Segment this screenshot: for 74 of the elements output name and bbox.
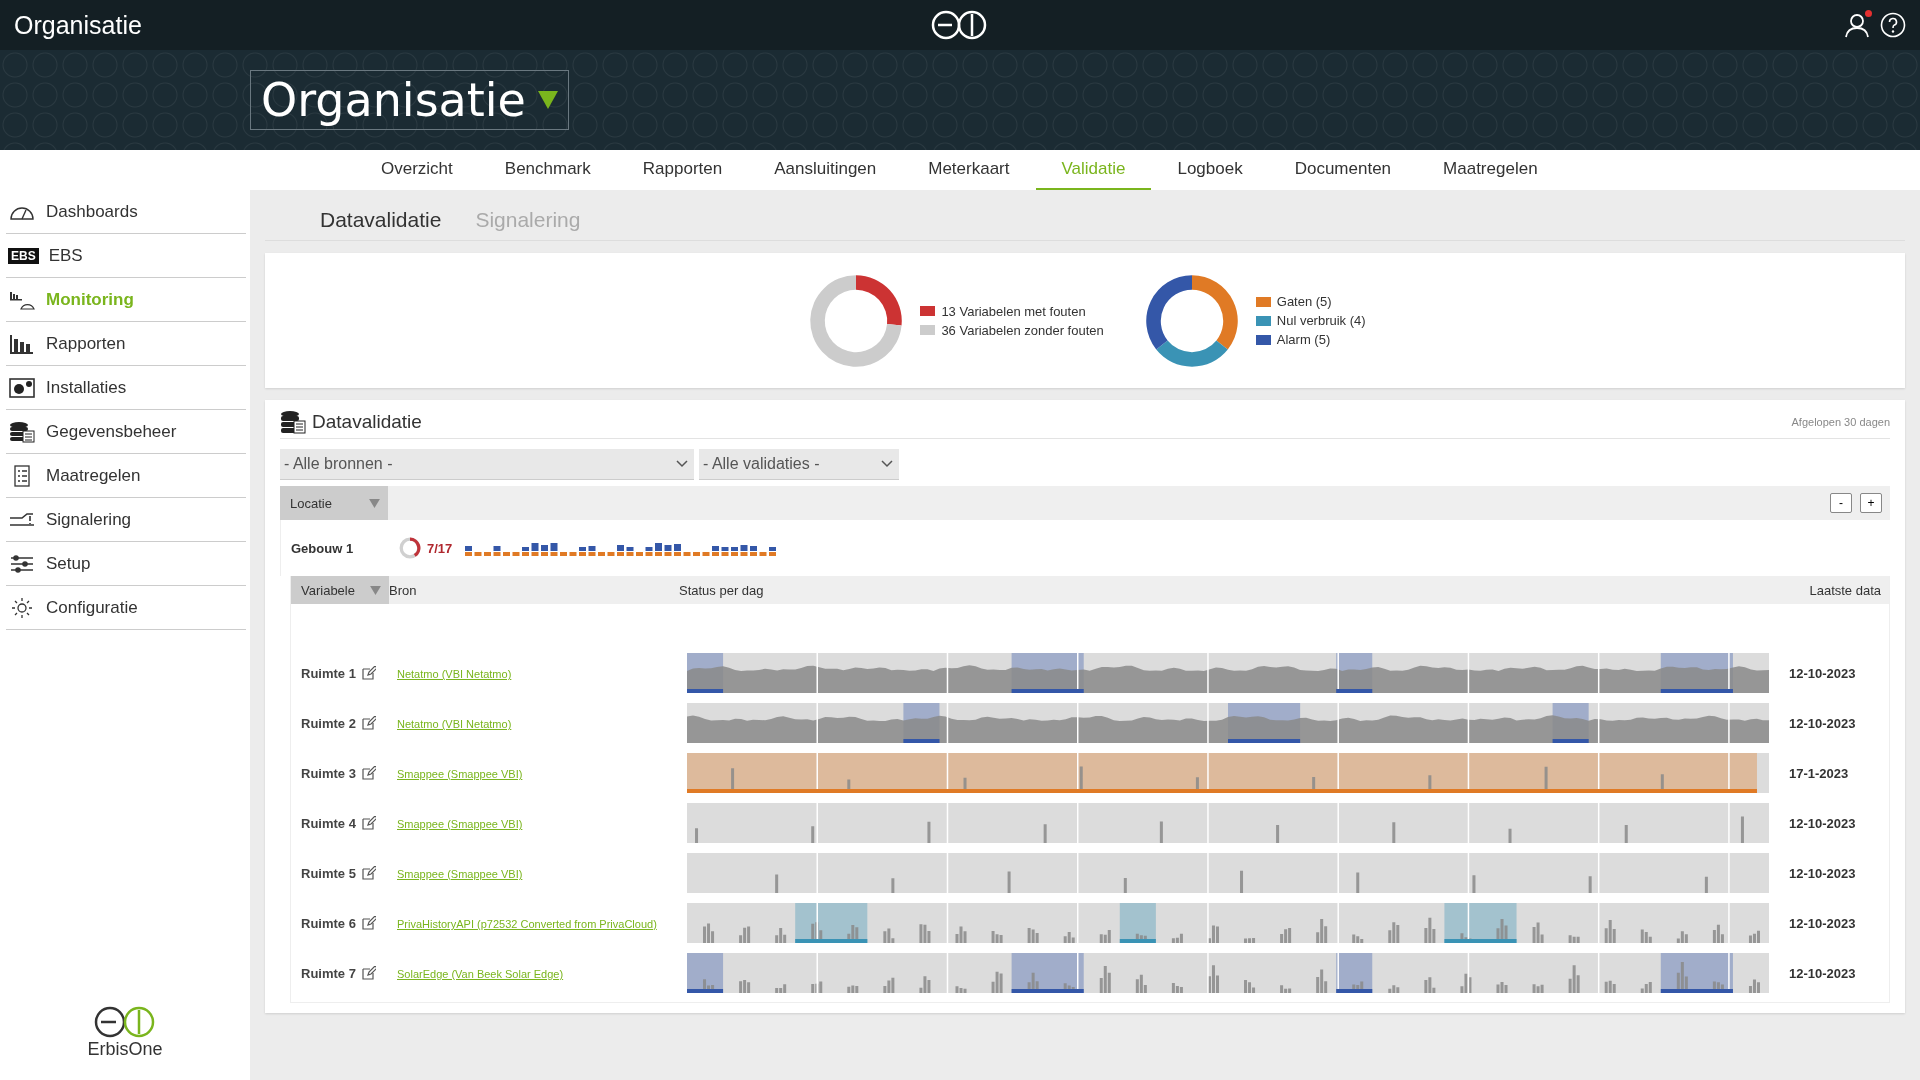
filter-dropdown[interactable]: - Alle bronnen -	[280, 449, 694, 480]
sort-icon	[370, 585, 381, 595]
zoom-button[interactable]: +	[1860, 493, 1882, 513]
sidebar-item[interactable]: Rapporten	[6, 322, 246, 366]
variable-name: Ruimte 7	[301, 965, 356, 981]
nav-tab[interactable]: Overzicht	[355, 150, 479, 190]
database-icon	[280, 410, 306, 434]
edit-icon[interactable]	[361, 866, 376, 880]
variable-name: Ruimte 6	[301, 915, 356, 931]
filter-dropdown[interactable]: - Alle validaties -	[699, 449, 899, 480]
edit-icon[interactable]	[361, 766, 376, 780]
database-icon	[8, 420, 36, 443]
bar-chart-icon	[8, 332, 36, 355]
legend-label: 36 Variabelen zonder fouten	[941, 322, 1104, 338]
nav-tab[interactable]: Benchmark	[478, 150, 617, 190]
column-header[interactable]: Variabele	[291, 576, 389, 604]
column-header[interactable]: Locatie	[280, 486, 388, 520]
sidebar-item[interactable]: Gegevensbeheer	[6, 410, 246, 454]
period-label: Afgelopen 30 dagen	[1791, 416, 1890, 428]
sidebar-item[interactable]: EBS EBS	[6, 234, 246, 278]
column-header: Bron	[389, 581, 418, 600]
ebs-icon: EBS	[8, 247, 39, 264]
nav-tab[interactable]: Aansluitingen	[748, 150, 903, 190]
last-data-date: 12-10-2023	[1789, 816, 1856, 831]
logo-text: ErbisOne	[87, 1039, 163, 1060]
nav-tab[interactable]: Rapporten	[616, 150, 749, 190]
sidebar-item[interactable]: Signalering	[6, 498, 246, 542]
nav-tab[interactable]: Meterkaart	[902, 150, 1036, 190]
sidebar-item[interactable]: Dashboards	[6, 190, 246, 234]
edit-icon[interactable]	[361, 916, 376, 930]
variable-name: Ruimte 2	[301, 715, 356, 731]
last-data-date: 12-10-2023	[1789, 716, 1856, 731]
caret-icon	[537, 91, 558, 109]
group-name: Gebouw 1	[291, 540, 355, 556]
variable-name: Ruimte 5	[301, 865, 356, 881]
column-header: Status per dag	[679, 581, 765, 600]
help-icon[interactable]	[1880, 12, 1906, 38]
sidebar-item[interactable]: Configuratie	[6, 586, 246, 630]
sub-tab[interactable]: Datavalidatie	[320, 208, 442, 232]
section-title: Datavalidatie	[312, 411, 422, 433]
sidebar-item[interactable]: Maatregelen	[6, 454, 246, 498]
nav-tab[interactable]: Maatregelen	[1417, 150, 1564, 190]
sliders-icon	[8, 552, 36, 575]
organisation-dropdown[interactable]: Organisatie	[250, 70, 569, 130]
last-data-date: 12-10-2023	[1789, 916, 1856, 931]
nav-tab[interactable]: Logboek	[1151, 150, 1269, 190]
error-count: 7/17	[427, 540, 454, 556]
edit-icon[interactable]	[361, 716, 376, 730]
legend-label: Gaten (5)	[1276, 294, 1332, 309]
last-data-date: 12-10-2023	[1789, 666, 1856, 681]
legend-label: 13 Variabelen met fouten	[941, 303, 1086, 319]
zoom-button[interactable]: -	[1830, 493, 1852, 513]
progress-ring	[399, 537, 421, 559]
sort-icon	[369, 498, 380, 508]
sidebar-item[interactable]: Setup	[6, 542, 246, 586]
legend-label: Nul verbruik (4)	[1276, 313, 1366, 328]
edit-icon[interactable]	[361, 816, 376, 830]
user-icon[interactable]	[1844, 12, 1870, 38]
variable-name: Ruimte 4	[301, 815, 356, 831]
legend-label: Alarm (5)	[1276, 332, 1331, 347]
variable-name: Ruimte 3	[301, 765, 356, 781]
column-header: Laatste data	[1808, 581, 1882, 600]
variable-name: Ruimte 1	[301, 665, 356, 681]
last-data-date: 12-10-2023	[1789, 866, 1856, 881]
last-data-date: 17-1-2023	[1789, 766, 1849, 781]
app-title: Organisatie	[14, 10, 142, 40]
edit-icon[interactable]	[361, 666, 376, 680]
chevron-icon	[881, 460, 893, 468]
nav-tab[interactable]: Documenten	[1268, 150, 1418, 190]
last-data-date: 12-10-2023	[1789, 966, 1856, 981]
logo-icon	[93, 1005, 157, 1039]
sidebar-item[interactable]: Installaties	[6, 366, 246, 410]
edit-icon[interactable]	[361, 966, 376, 980]
chevron-icon	[676, 460, 688, 468]
